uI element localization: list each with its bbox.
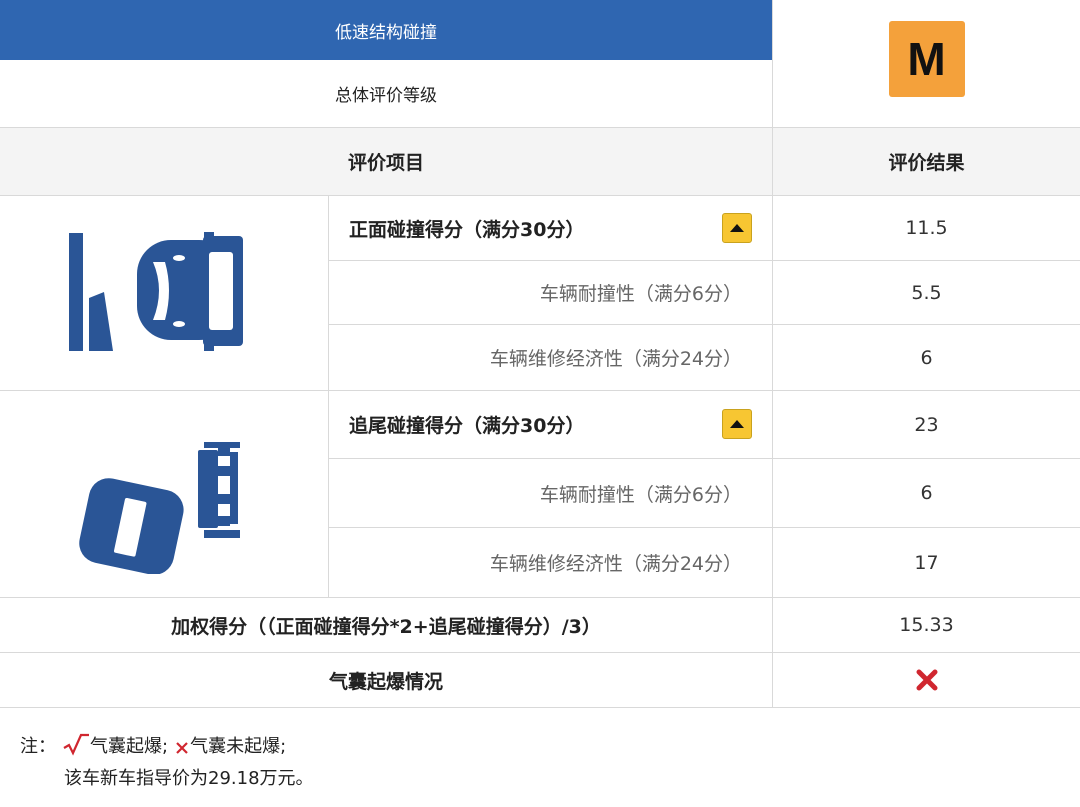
front-crash-score: 11.5 [905, 217, 948, 239]
section-title: 低速结构碰撞 [335, 22, 437, 43]
front-collapse-toggle[interactable] [722, 213, 752, 243]
front-sub-repair-economy-score: 6 [920, 346, 933, 369]
weighted-score-value: 15.33 [899, 614, 954, 636]
rating-value: M [907, 33, 946, 85]
front-sub-crashworthiness: 车辆耐撞性（满分6分） [539, 283, 742, 305]
rear-sub-crashworthiness-score: 6 [920, 482, 933, 504]
rear-crash-label-cell: 追尾碰撞得分（满分30分） [329, 391, 772, 458]
caret-up-icon [730, 420, 744, 428]
rating-badge: M [888, 21, 965, 97]
cross-icon [176, 742, 188, 754]
airbag-result [773, 653, 1080, 707]
front-crash-icon-cell [0, 196, 328, 390]
rear-crash-score: 23 [914, 413, 939, 436]
overall-rating-cell: M [773, 0, 1080, 127]
front-sub-repair-economy: 车辆维修经济性（满分24分） [489, 348, 742, 370]
front-crash-label-cell: 正面碰撞得分（满分30分） [329, 196, 772, 260]
column-header-row: 评价项目 评价结果 [0, 128, 1080, 196]
front-crash-label: 正面碰撞得分（满分30分） [349, 218, 585, 241]
note-prefix: 注： [20, 736, 56, 757]
overall-label-cell: 总体评价等级 [0, 60, 772, 127]
rear-sub-repair-economy-score: 17 [914, 551, 939, 574]
cross-icon [916, 669, 937, 691]
front-crash-block: 正面碰撞得分（满分30分） 11.5 车辆耐撞性（满分6分） 5.5 车辆维修经… [0, 196, 1080, 391]
rear-sub-repair-economy: 车辆维修经济性（满分24分） [489, 553, 742, 575]
note-deployed: 气囊起爆; [90, 736, 169, 757]
column-item-header: 评价项目 [347, 152, 424, 174]
header-row: 低速结构碰撞 总体评价等级 M [0, 0, 1080, 128]
rear-crash-label: 追尾碰撞得分（满分30分） [349, 415, 585, 437]
rear-sub-crashworthiness: 车辆耐撞性（满分6分） [539, 483, 742, 506]
weighted-score-row: 加权得分（（正面碰撞得分*2+追尾碰撞得分）/3） 15.33 [0, 598, 1080, 653]
column-result-header: 评价结果 [888, 152, 965, 174]
note-price: 该车新车指导价为29.18万元。 [64, 768, 314, 789]
rear-crash-icon-cell [0, 391, 328, 597]
note-not-deployed: 气囊未起爆; [190, 736, 287, 757]
note-legend: 注： 气囊起爆; 气囊未起爆; [20, 732, 286, 758]
airbag-row: 气囊起爆情况 [0, 653, 1080, 708]
rear-collapse-toggle[interactable] [722, 409, 752, 439]
rear-crash-block: 追尾碰撞得分（满分30分） 23 车辆耐撞性（满分6分） 6 车辆维修经济性（满… [0, 391, 1080, 598]
check-icon [63, 733, 89, 756]
rear-crash-icon [79, 442, 240, 574]
front-crash-icon [69, 232, 243, 351]
airbag-label: 气囊起爆情况 [328, 670, 443, 693]
weighted-score-label: 加权得分（（正面碰撞得分*2+追尾碰撞得分）/3） [171, 615, 601, 638]
title-bar: 低速结构碰撞 [0, 0, 772, 60]
overall-label: 总体评价等级 [335, 86, 437, 106]
front-sub-crashworthiness-score: 5.5 [911, 281, 942, 304]
caret-up-icon [730, 224, 744, 232]
